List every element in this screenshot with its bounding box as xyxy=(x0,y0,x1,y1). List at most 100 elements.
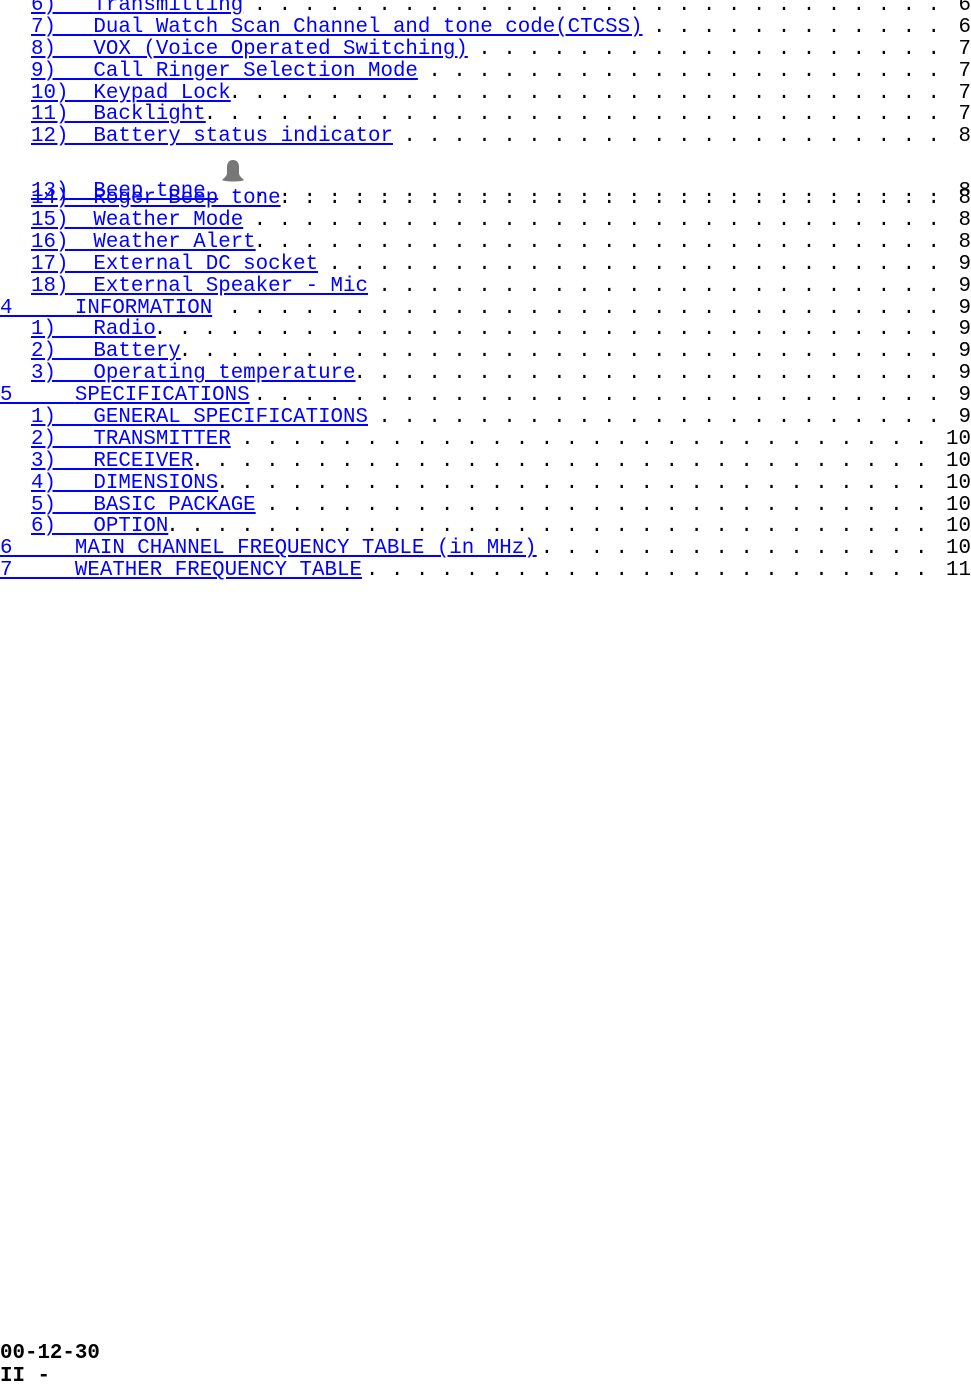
toc-link[interactable]: 2) TRANSMITTER xyxy=(31,428,231,451)
toc-number: 1) xyxy=(31,318,56,342)
toc-page-number: 9 xyxy=(958,252,971,276)
dot-leader: . . . . . . . . . . . . . . . . . . . . … xyxy=(266,494,928,517)
dot-leader: . . . . . . . . . . . . . . . . . . . . … xyxy=(206,104,941,127)
toc-title: MAIN CHANNEL FREQUENCY TABLE (in MHz) xyxy=(74,537,537,561)
toc-link[interactable]: 11) Backlight xyxy=(31,104,206,126)
toc-page-number: 8 xyxy=(958,187,971,211)
toc-link[interactable]: 7 WEATHER FREQUENCY TABLE xyxy=(0,560,362,582)
toc-link[interactable]: 5 SPECIFICATIONS xyxy=(0,385,250,407)
toc-link[interactable]: 4) DIMENSIONS xyxy=(31,472,218,495)
toc-entry[interactable]: 11) Backlight . . . . . . . . . . . . . … xyxy=(0,104,971,126)
toc-page-number: 11 xyxy=(946,559,971,583)
toc-entry[interactable]: 10) Keypad Lock . . . . . . . . . . . . … xyxy=(0,81,971,105)
toc-entry[interactable]: 5 SPECIFICATIONS . . . . . . . . . . . .… xyxy=(0,385,971,407)
toc-page-number: 8 xyxy=(958,230,971,254)
toc-page-number: 8 xyxy=(958,125,971,149)
footer-date: 00-12-30 xyxy=(0,1342,100,1365)
toc-number: 10) xyxy=(31,81,69,105)
toc-link[interactable]: 15) Weather Mode xyxy=(31,210,243,232)
dot-leader: . . . . . . . . . . . . . . . . . . . . … xyxy=(540,538,928,561)
toc-link[interactable]: 7) Dual Watch Scan Channel and tone code… xyxy=(31,15,643,39)
toc-title: VOX (Voice Operated Switching) xyxy=(93,37,468,61)
toc-title: Operating temperature xyxy=(93,362,356,386)
toc-link[interactable]: 6) Transmitting xyxy=(31,0,243,17)
toc-page-number: 7 xyxy=(958,59,971,83)
toc-entry[interactable]: 1) Radio . . . . . . . . . . . . . . . .… xyxy=(0,319,971,341)
toc-entry[interactable]: 2) TRANSMITTER . . . . . . . . . . . . .… xyxy=(0,428,971,451)
toc-link[interactable]: 16) Weather Alert xyxy=(31,230,256,254)
toc-entry[interactable]: 8) VOX (Voice Operated Switching) . . . … xyxy=(0,37,971,61)
dot-leader: . . . . . . . . . . . . . . . . . . . . … xyxy=(403,126,941,149)
toc-number: 9) xyxy=(31,59,56,83)
toc-title: Weather Alert xyxy=(93,230,256,254)
toc-number: 7) xyxy=(31,15,56,39)
dot-leader: . . . . . . . . . . . . . . . . . . . . … xyxy=(231,82,941,105)
toc-entry[interactable]: 4) DIMENSIONS . . . . . . . . . . . . . … xyxy=(0,472,971,495)
toc-entry[interactable]: 12) Battery status indicator . . . . . .… xyxy=(0,126,971,148)
toc-link[interactable]: 18) External Speaker - Mic xyxy=(31,274,368,298)
toc-page-number: 7 xyxy=(958,103,971,127)
toc-title: External DC socket xyxy=(93,252,319,276)
dot-leader: . . . . . . . . . . . . . . . . . . . . … xyxy=(428,60,941,83)
toc-title: RECEIVER xyxy=(93,449,194,473)
toc-entry[interactable]: 9) Call Ringer Selection Mode . . . . . … xyxy=(0,59,971,83)
toc-entry[interactable]: 5) BASIC PACKAGE . . . . . . . . . . . .… xyxy=(0,493,971,517)
toc-page-number: 7 xyxy=(958,37,971,61)
toc-number: 2) xyxy=(31,340,56,364)
toc-title: BASIC PACKAGE xyxy=(93,493,256,517)
toc-link[interactable]: 1) GENERAL SPECIFICATIONS xyxy=(31,407,368,429)
toc-number: 5) xyxy=(31,493,56,517)
dot-leader: . . . . . . . . . . . . . . . . . . . . … xyxy=(378,407,941,429)
toc-link[interactable]: 10) Keypad Lock xyxy=(31,81,231,105)
toc-page-number: 9 xyxy=(958,340,971,364)
toc-number: 16) xyxy=(31,230,69,254)
toc-link[interactable]: 6) OPTION xyxy=(31,516,168,538)
toc-link[interactable]: 14) Roger Beep tone xyxy=(31,188,281,210)
toc-number: 11) xyxy=(31,103,69,127)
dot-leader: . . . . . . . . . . . . . . . . . . . . … xyxy=(156,319,941,342)
toc-entry[interactable]: 6) OPTION . . . . . . . . . . . . . . . … xyxy=(0,516,971,538)
toc-page-number: 9 xyxy=(958,296,971,320)
toc-entry[interactable]: 18) External Speaker - Mic . . . . . . .… xyxy=(0,274,971,298)
toc-entry[interactable]: 3) Operating temperature . . . . . . . .… xyxy=(0,363,971,385)
toc-entry[interactable]: 4 INFORMATION . . . . . . . . . . . . . … xyxy=(0,296,971,320)
toc-link[interactable]: 1) Radio xyxy=(31,319,156,341)
toc-link[interactable]: 3) Operating temperature xyxy=(31,363,356,385)
toc-link[interactable]: 17) External DC socket xyxy=(31,252,319,276)
toc-link[interactable]: 4 INFORMATION xyxy=(0,296,212,320)
toc-link[interactable]: 3) RECEIVER xyxy=(31,449,194,473)
toc-title: Weather Mode xyxy=(93,209,244,233)
table-of-contents: 6) Transmitting . . . . . . . . . . . . … xyxy=(0,0,971,582)
dot-leader: . . . . . . . . . . . . . . . . . . . . … xyxy=(218,472,928,495)
dot-leader: . . . . . . . . . . . . . . . . . . . . … xyxy=(281,188,941,211)
dot-leader: . . . . . . . . . . . . . . . . . . . . … xyxy=(356,363,941,386)
toc-entry[interactable]: 1) GENERAL SPECIFICATIONS . . . . . . . … xyxy=(0,407,971,429)
toc-entry[interactable]: 13) Beep tone . . . . . . . . . . . . . … xyxy=(0,160,971,203)
toc-entry[interactable]: 16) Weather Alert . . . . . . . . . . . … xyxy=(0,230,971,254)
toc-number: 8) xyxy=(31,37,56,61)
toc-title: Backlight xyxy=(93,103,206,127)
toc-entry[interactable]: 7 WEATHER FREQUENCY TABLE . . . . . . . … xyxy=(0,560,971,582)
page-footer: 00-12-30 II - xyxy=(0,1342,100,1388)
toc-entry[interactable]: 17) External DC socket . . . . . . . . .… xyxy=(0,252,971,276)
toc-entry[interactable]: 3) RECEIVER . . . . . . . . . . . . . . … xyxy=(0,449,971,473)
toc-entry[interactable]: 15) Weather Mode . . . . . . . . . . . .… xyxy=(0,210,971,232)
toc-entry[interactable]: 6) Transmitting . . . . . . . . . . . . … xyxy=(0,0,971,17)
toc-number: 17) xyxy=(31,252,69,276)
toc-link[interactable]: 9) Call Ringer Selection Mode xyxy=(31,59,418,83)
toc-number: 12) xyxy=(31,125,69,149)
toc-link[interactable]: 6 MAIN CHANNEL FREQUENCY TABLE (in MHz) xyxy=(0,538,537,560)
toc-link[interactable]: 5) BASIC PACKAGE xyxy=(31,493,256,517)
toc-link[interactable]: 8) VOX (Voice Operated Switching) xyxy=(31,37,468,61)
toc-number: 18) xyxy=(31,274,69,298)
toc-entry[interactable]: 7) Dual Watch Scan Channel and tone code… xyxy=(0,15,971,39)
toc-number: 7 xyxy=(0,559,13,583)
toc-link[interactable]: 12) Battery status indicator xyxy=(31,126,393,148)
toc-number: 4 xyxy=(0,296,13,320)
toc-entry[interactable]: 14) Roger Beep tone . . . . . . . . . . … xyxy=(0,188,971,210)
toc-entry[interactable]: 6 MAIN CHANNEL FREQUENCY TABLE (in MHz) … xyxy=(0,538,971,560)
toc-link[interactable]: 2) Battery xyxy=(31,341,181,363)
toc-entry[interactable]: 2) Battery . . . . . . . . . . . . . . .… xyxy=(0,341,971,363)
bell-icon xyxy=(220,158,246,188)
toc-title: Radio xyxy=(93,318,156,342)
